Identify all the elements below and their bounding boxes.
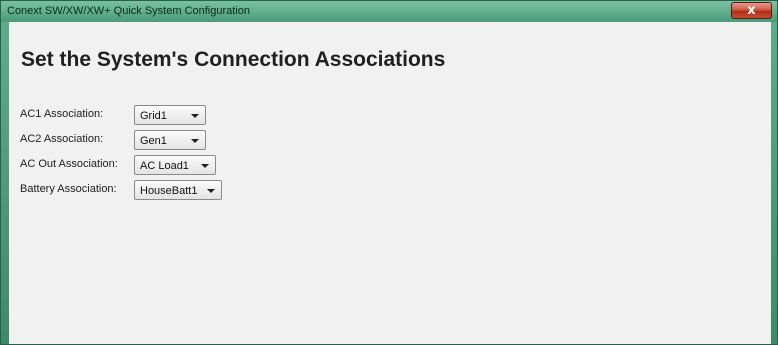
battery-association-value: HouseBatt1 (140, 185, 198, 197)
battery-association-label: Battery Association: (20, 183, 117, 195)
ac2-association-label: AC2 Association: (20, 133, 104, 145)
dialog-window: Conext SW/XW/XW+ Quick System Configurat… (0, 0, 778, 345)
close-icon: x (747, 3, 756, 18)
ac2-association-value: Gen1 (140, 135, 167, 147)
close-button[interactable]: x (731, 2, 772, 19)
ac1-association-dropdown[interactable]: Grid1 (134, 105, 206, 125)
content-area: Set the System's Connection Associations… (9, 22, 771, 344)
ac-out-association-dropdown[interactable]: AC Load1 (134, 155, 216, 175)
ac2-association-dropdown[interactable]: Gen1 (134, 130, 206, 150)
page-title: Set the System's Connection Associations (21, 48, 446, 71)
chevron-down-icon (191, 139, 199, 143)
chevron-down-icon (201, 164, 209, 168)
title-bar[interactable]: Conext SW/XW/XW+ Quick System Configurat… (1, 1, 777, 22)
window-title: Conext SW/XW/XW+ Quick System Configurat… (7, 5, 250, 17)
chevron-down-icon (207, 189, 215, 193)
ac-out-association-value: AC Load1 (140, 160, 189, 172)
chevron-down-icon (191, 114, 199, 118)
battery-association-dropdown[interactable]: HouseBatt1 (134, 180, 222, 200)
ac1-association-label: AC1 Association: (20, 108, 104, 120)
ac1-association-value: Grid1 (140, 110, 167, 122)
ac-out-association-label: AC Out Association: (20, 158, 118, 170)
